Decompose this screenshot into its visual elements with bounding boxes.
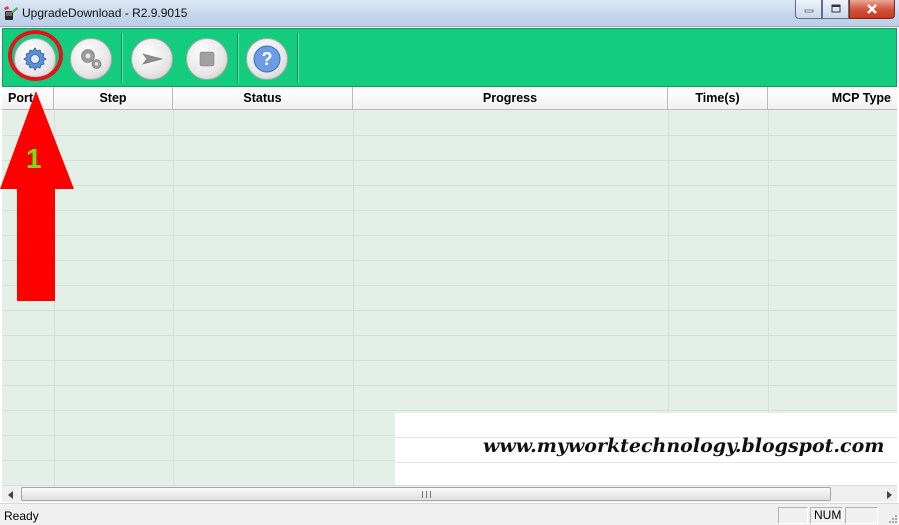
- maximize-icon: [831, 4, 840, 13]
- grid-line: [2, 160, 897, 161]
- grid-line: [2, 360, 897, 361]
- phone-app-icon: [4, 6, 18, 20]
- grid-line: [353, 110, 354, 485]
- red-arrow-annotation: [0, 91, 74, 301]
- question-icon: ?: [253, 45, 281, 73]
- highlight-circle: [8, 30, 63, 81]
- arrow-right-icon: [886, 490, 892, 499]
- toolbar-separator: [297, 33, 299, 83]
- maximize-button[interactable]: [822, 0, 849, 19]
- close-icon: [867, 4, 877, 14]
- column-header-mcp-type[interactable]: MCP Type: [768, 87, 897, 110]
- arrow-left-icon: [7, 490, 13, 499]
- grid-line: [2, 235, 897, 236]
- grid-line: [2, 335, 897, 336]
- grid-line: [2, 285, 897, 286]
- status-text: Ready: [4, 509, 39, 523]
- grid-line: [2, 310, 897, 311]
- watermark-text: www.myworktechnology.blogspot.com: [483, 435, 885, 457]
- column-header-time[interactable]: Time(s): [668, 87, 768, 110]
- grid-line: [2, 410, 897, 411]
- toolbar-separator: [237, 33, 239, 83]
- window-title: UpgradeDownload - R2.9.9015: [22, 6, 188, 20]
- grid-line: [2, 260, 897, 261]
- help-button[interactable]: ?: [246, 38, 288, 80]
- stop-icon: [199, 51, 215, 67]
- column-header-status[interactable]: Status: [173, 87, 353, 110]
- grid-line: [2, 185, 897, 186]
- grid-line: [2, 385, 897, 386]
- scroll-left-button[interactable]: [2, 486, 19, 503]
- minimize-button[interactable]: [795, 0, 822, 19]
- title-bar: UpgradeDownload - R2.9.9015: [0, 0, 899, 27]
- grid-line: [173, 110, 174, 485]
- grid-line: [2, 135, 897, 136]
- grip-icon: [421, 490, 431, 498]
- gears-icon: [81, 49, 102, 69]
- watermark-box: www.myworktechnology.blogspot.com: [395, 413, 897, 485]
- status-pane: [778, 507, 808, 524]
- status-bar: Ready NUM: [0, 503, 899, 525]
- toolbar: ?: [2, 28, 897, 87]
- close-button[interactable]: [849, 0, 895, 19]
- horizontal-scrollbar[interactable]: [2, 485, 897, 502]
- stop-button[interactable]: [186, 38, 228, 80]
- scroll-right-button[interactable]: [880, 486, 897, 503]
- scrollbar-thumb[interactable]: [21, 487, 831, 501]
- play-arrow-icon: [142, 53, 164, 65]
- num-lock-indicator: NUM: [810, 507, 843, 524]
- start-button[interactable]: [131, 38, 173, 80]
- grid-line: [395, 462, 897, 463]
- status-pane: [845, 507, 878, 524]
- minimize-icon: [804, 9, 813, 13]
- svg-text:?: ?: [262, 49, 273, 69]
- column-headers: Port Step Status Progress Time(s) MCP Ty…: [2, 87, 897, 110]
- advanced-settings-button[interactable]: [70, 38, 112, 80]
- resize-grip-icon[interactable]: [886, 512, 898, 524]
- grid-line: [2, 210, 897, 211]
- toolbar-separator: [121, 33, 123, 83]
- column-header-progress[interactable]: Progress: [353, 87, 668, 110]
- step-number: 1: [26, 143, 42, 174]
